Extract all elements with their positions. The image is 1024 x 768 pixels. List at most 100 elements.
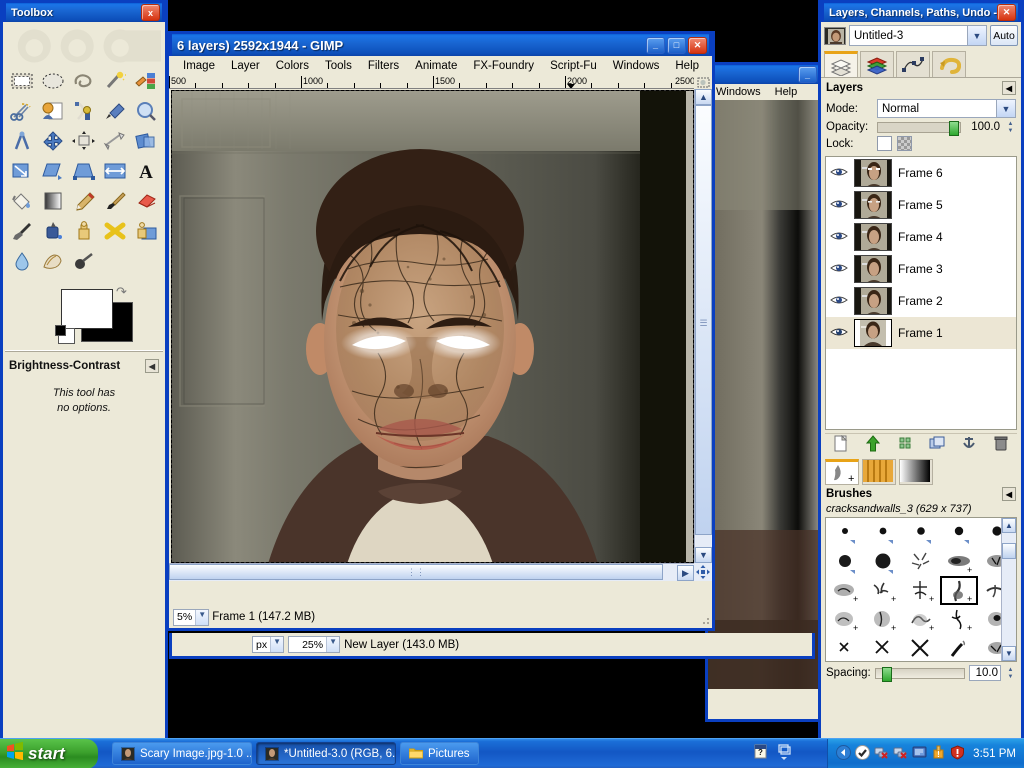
background-window-titlebar[interactable]: _: [708, 62, 822, 84]
lock-row[interactable]: Lock:: [821, 135, 1021, 152]
taskbar-item-untitled-3[interactable]: *Untitled-3.0 (RGB, 6...: [256, 742, 396, 765]
opacity-slider[interactable]: [877, 120, 961, 136]
tab-undo-history[interactable]: [932, 51, 966, 77]
opacity-slider-knob[interactable]: [949, 120, 959, 136]
brush-grid-cells[interactable]: + + + + + + + + + + + +: [826, 518, 1016, 661]
foreground-color-swatch[interactable]: [61, 289, 113, 329]
background-image-window[interactable]: _ Windows Help: [705, 62, 825, 722]
brushes-scroll-thumb[interactable]: [1002, 543, 1016, 559]
duplicate-layer-button[interactable]: [897, 435, 913, 455]
dock-titlebar[interactable]: Layers, Channels, Paths, Undo -... ✕: [821, 0, 1021, 22]
brush-cell[interactable]: [902, 634, 940, 661]
menu-filters[interactable]: Filters: [360, 58, 407, 74]
color-area[interactable]: ↷: [3, 284, 165, 346]
spacing-slider[interactable]: [874, 666, 965, 682]
quick-mask-toggle-icon[interactable]: [694, 76, 712, 89]
move-tool-icon[interactable]: [38, 126, 69, 156]
scale-tool-icon[interactable]: [7, 156, 38, 186]
brush-cell[interactable]: [902, 518, 940, 547]
flip-tool-icon[interactable]: [99, 156, 130, 186]
desktop-overflow-icons[interactable]: ?: [741, 744, 791, 763]
menu-image[interactable]: Image: [175, 58, 223, 74]
brush-cell[interactable]: [940, 634, 978, 661]
gimp-image-window[interactable]: 6 layers) 2592x1944 - GIMP _ □ ✕ Image L…: [166, 31, 715, 631]
dodge-burn-tool-icon[interactable]: [69, 246, 100, 276]
menu-colors[interactable]: Colors: [268, 58, 317, 74]
tool-options-collapse-icon[interactable]: ◀: [145, 359, 159, 373]
tab-gradients[interactable]: [899, 459, 933, 485]
brush-cell[interactable]: [864, 634, 902, 661]
scissors-select-tool-icon[interactable]: [7, 96, 38, 126]
table-row[interactable]: Frame 4: [826, 221, 1016, 253]
background-window-statusbar-strip[interactable]: px ▼ 25% ▼ New Layer (143.0 MB): [169, 633, 815, 659]
security-alert-icon[interactable]: [950, 744, 965, 763]
update-icon[interactable]: !: [931, 745, 946, 763]
tab-channels[interactable]: [860, 51, 894, 77]
resize-grip[interactable]: [699, 614, 711, 626]
toolbox-window[interactable]: Toolbox x A ↷ Brightness-Contrast ◀ This…: [0, 0, 168, 763]
taskbar[interactable]: start Scary Image.jpg-1.0 ... *Untitled-…: [0, 738, 1024, 768]
menu-tools[interactable]: Tools: [317, 58, 360, 74]
image-selector-combo[interactable]: Untitled-3 ▼: [849, 25, 987, 46]
layers-dock-window[interactable]: Layers, Channels, Paths, Undo -... ✕ Unt…: [818, 0, 1024, 759]
table-row[interactable]: Frame 1: [826, 317, 1016, 349]
layer-visibility-icon[interactable]: [830, 294, 848, 309]
brush-dock-tabs[interactable]: +: [821, 455, 1021, 485]
brushes-scroll-up-button[interactable]: ▲: [1002, 518, 1016, 533]
unit-combo[interactable]: px ▼: [252, 636, 285, 653]
brushes-scrollbar[interactable]: ▲ ▼: [1001, 518, 1016, 661]
brush-cell[interactable]: [864, 547, 902, 576]
mode-row[interactable]: Mode: Normal ▼: [821, 98, 1021, 119]
ink-tool-icon[interactable]: [38, 216, 69, 246]
perspective-clone-tool-icon[interactable]: [130, 216, 161, 246]
background-window-menubar[interactable]: Windows Help: [708, 84, 822, 101]
brush-cell[interactable]: +: [940, 547, 978, 576]
brush-cell[interactable]: [826, 547, 864, 576]
brush-cell[interactable]: +: [826, 576, 864, 605]
layer-visibility-icon[interactable]: [830, 262, 848, 277]
menu-script-fu[interactable]: Script-Fu: [542, 58, 605, 74]
foreground-select-tool-icon[interactable]: [38, 96, 69, 126]
tab-layers[interactable]: [824, 51, 858, 77]
auto-follow-button[interactable]: Auto: [990, 25, 1018, 46]
image-window-menubar[interactable]: Image Layer Colors Tools Filters Animate…: [169, 56, 712, 76]
image-close-button[interactable]: ✕: [688, 36, 707, 54]
canvas-vertical-scrollbar[interactable]: ▲ ☰ ▼: [694, 89, 712, 563]
network-disconnected-icon-2[interactable]: [893, 745, 908, 763]
dock-close-button[interactable]: ✕: [997, 4, 1016, 21]
zoom-combo[interactable]: 5% ▼: [173, 608, 210, 626]
scroll-down-button[interactable]: ▼: [695, 547, 712, 563]
canvas-area[interactable]: 500 1000 1500 2000 2500 ▲ ☰ ▼ ⋮⋮ ▶: [169, 76, 712, 581]
menu-animate[interactable]: Animate: [407, 58, 465, 74]
image-window-titlebar[interactable]: 6 layers) 2592x1944 - GIMP _ □ ✕: [169, 31, 712, 56]
menu-help[interactable]: Help: [667, 58, 707, 74]
perspective-tool-icon[interactable]: [69, 156, 100, 186]
lock-pixels-checkbox[interactable]: [877, 136, 892, 151]
tab-patterns[interactable]: [862, 459, 896, 485]
show-desktop-icon[interactable]: [836, 744, 852, 763]
eraser-tool-icon[interactable]: [130, 186, 161, 216]
brush-cell[interactable]: +: [864, 605, 902, 634]
measure-tool-icon[interactable]: [7, 126, 38, 156]
tab-brushes[interactable]: +: [825, 459, 859, 485]
delete-layer-button[interactable]: [993, 435, 1009, 455]
navigation-preview-button[interactable]: [694, 563, 712, 581]
scroll-up-button[interactable]: ▲: [695, 89, 712, 105]
taskbar-clock[interactable]: 3:51 PM: [973, 748, 1016, 760]
brush-cell[interactable]: [826, 634, 864, 661]
dock-tabs[interactable]: [821, 49, 1021, 78]
lock-alpha-checkbox[interactable]: [897, 136, 912, 151]
opacity-row[interactable]: Opacity: 100.0 ▲ ▼: [821, 119, 1021, 136]
brushes-panel-menu-icon[interactable]: ◀: [1002, 487, 1016, 501]
layers-list[interactable]: Frame 6 Frame 5 Frame 4 Frame 3 Frame 2 …: [825, 156, 1017, 430]
image-selector-chevron-down-icon[interactable]: ▼: [967, 26, 986, 45]
brush-cell[interactable]: +: [902, 605, 940, 634]
window-cascade-icon[interactable]: [777, 744, 791, 763]
monitor-icon[interactable]: [912, 745, 927, 763]
layer-visibility-icon[interactable]: [830, 326, 848, 341]
toolbox-close-button[interactable]: x: [141, 4, 160, 21]
brushes-scroll-down-button[interactable]: ▼: [1002, 646, 1016, 661]
menu-windows[interactable]: Windows: [605, 58, 668, 74]
spacing-slider-knob[interactable]: [881, 666, 892, 682]
taskbar-item-pictures[interactable]: Pictures: [400, 742, 479, 765]
